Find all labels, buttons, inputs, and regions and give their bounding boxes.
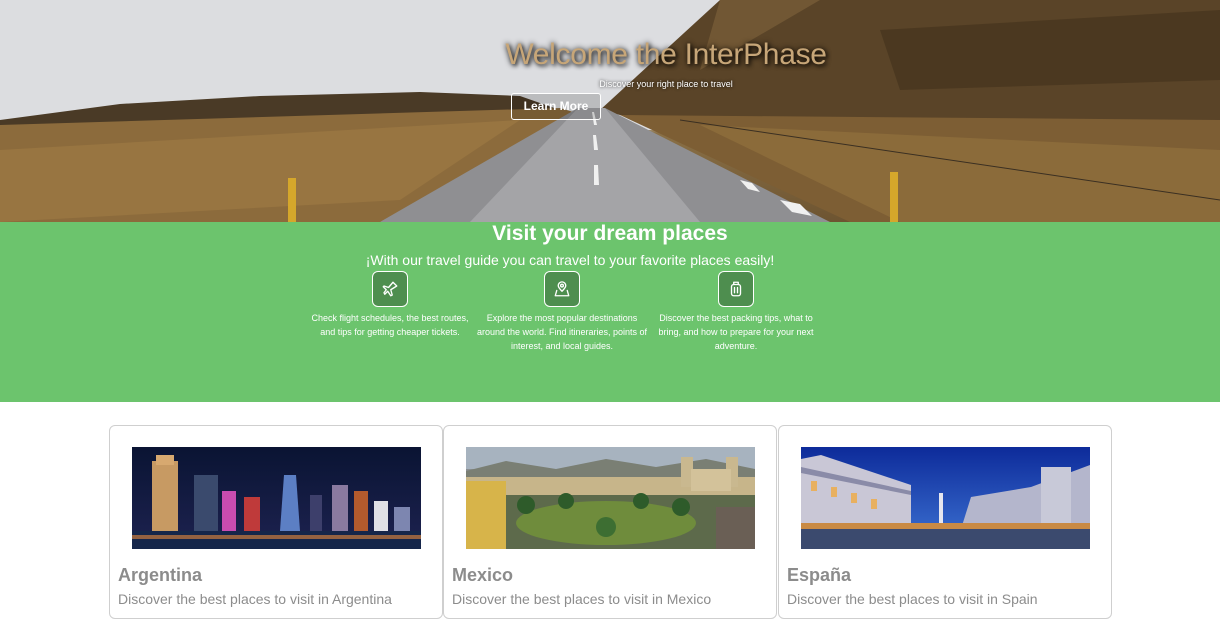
feature-flights-text: Check flight schedules, the best routes,… <box>311 313 469 337</box>
destination-card-argentina[interactable]: Argentina Discover the best places to vi… <box>109 425 443 619</box>
intro-subtitle: ¡With our travel guide you can travel to… <box>365 252 775 268</box>
airplane-icon[interactable] <box>372 271 408 307</box>
hero-road-image <box>0 0 1220 222</box>
argentina-city-image <box>132 447 421 549</box>
card-title: España <box>787 565 852 585</box>
feature-packing-text: Discover the best packing tips, what to … <box>658 313 814 351</box>
card-title: Argentina <box>118 565 203 585</box>
card-title: Mexico <box>452 565 514 585</box>
card-description: Discover the best places to visit in Arg… <box>118 591 392 607</box>
mexico-plaza-image <box>466 447 755 549</box>
feature-packing: Discover the best packing tips, what to … <box>650 271 822 353</box>
hero-subtitle: Discover your right place to travel <box>599 79 733 89</box>
feature-destinations-text: Explore the most popular destinations ar… <box>476 313 648 351</box>
card-description: Discover the best places to visit in Spa… <box>787 591 1038 607</box>
card-description: Discover the best places to visit in Mex… <box>452 591 712 607</box>
feature-flights: Check flight schedules, the best routes,… <box>304 271 476 339</box>
destination-card-mexico[interactable]: Mexico Discover the best places to visit… <box>443 425 777 619</box>
feature-destinations: Explore the most popular destinations ar… <box>476 271 648 353</box>
map-pin-icon[interactable] <box>544 271 580 307</box>
espana-square-image <box>801 447 1090 549</box>
hero-title: Welcome the InterPhase <box>505 38 827 71</box>
learn-more-button[interactable]: Learn More <box>511 93 601 120</box>
destination-card-espana[interactable]: España Discover the best places to visit… <box>778 425 1112 619</box>
luggage-icon[interactable] <box>718 271 754 307</box>
intro-title: Visit your dream places <box>492 222 728 245</box>
hero-banner: Welcome the InterPhase Discover your rig… <box>0 0 1220 222</box>
intro-section: Visit your dream places ¡With our travel… <box>0 222 1220 402</box>
